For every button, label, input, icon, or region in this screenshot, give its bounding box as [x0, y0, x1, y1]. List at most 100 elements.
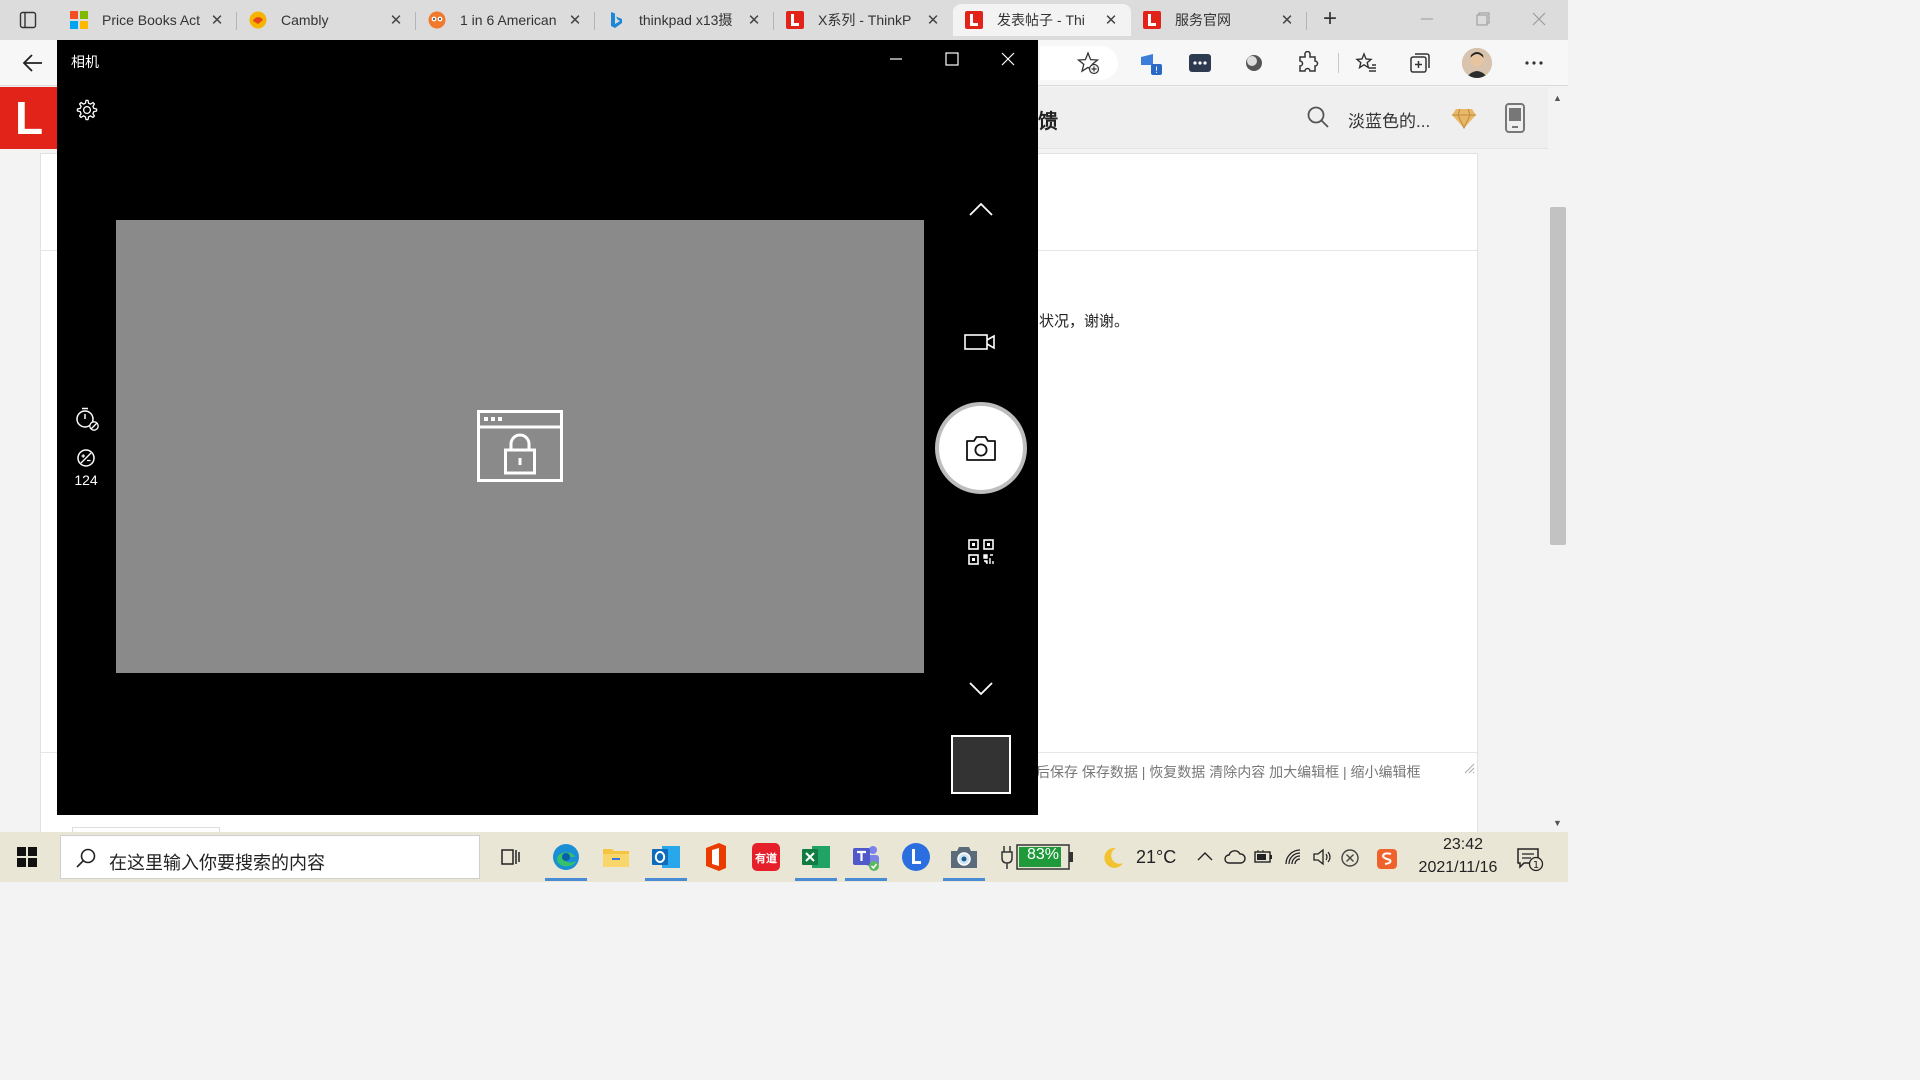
gear-icon — [76, 99, 98, 121]
excel-icon — [802, 846, 830, 868]
weather-widget[interactable] — [1100, 845, 1126, 871]
taskbar-file-explorer[interactable] — [600, 841, 632, 873]
tab-close-button[interactable]: ✕ — [386, 11, 406, 29]
scrollbar-thumb[interactable] — [1550, 207, 1566, 545]
camera-icon — [951, 847, 977, 868]
taskbar-office[interactable] — [700, 841, 732, 873]
onedrive-tray[interactable] — [1224, 848, 1246, 866]
collections-icon[interactable] — [1408, 51, 1432, 75]
wifi-tray[interactable] — [1284, 848, 1304, 866]
taskbar-lenovo-app[interactable] — [900, 841, 932, 873]
clock-date[interactable]: 2021/11/16 — [1410, 859, 1506, 877]
site-logo[interactable]: L — [0, 87, 58, 149]
lenovo-l-icon — [1143, 11, 1161, 29]
browser-tab-thinkpad-search[interactable]: thinkpad x13摄 ✕ — [595, 4, 774, 36]
tab-close-button[interactable]: ✕ — [744, 11, 764, 29]
browser-tab-x-series[interactable]: X系列 - ThinkP ✕ — [774, 4, 953, 36]
profile-avatar[interactable] — [1462, 48, 1492, 78]
tab-close-button[interactable]: ✕ — [207, 11, 227, 29]
new-tab-button[interactable]: + — [1318, 7, 1342, 32]
notification-icon: 1 — [1517, 848, 1544, 872]
site-vip-gem[interactable] — [1452, 107, 1476, 129]
search-icon — [1307, 106, 1329, 128]
camera-settings-button[interactable] — [75, 98, 99, 122]
tab-close-button[interactable]: ✕ — [1101, 11, 1121, 29]
address-bar[interactable] — [1040, 46, 1118, 80]
site-device-button[interactable] — [1504, 103, 1526, 133]
camera-exposure-value: 124 — [74, 472, 98, 488]
notification-count: 1 — [1533, 860, 1539, 871]
camera-roll-thumbnail[interactable] — [951, 735, 1011, 794]
site-user-name[interactable]: 淡蓝色的... — [1348, 107, 1430, 132]
svg-text:!: ! — [1155, 66, 1159, 76]
more-menu-button[interactable] — [1522, 51, 1546, 75]
extension-dots-icon[interactable] — [1188, 51, 1212, 75]
browser-tab-service[interactable]: 服务官网 ✕ — [1131, 4, 1307, 36]
browser-minimize-button[interactable] — [1412, 8, 1442, 26]
browser-restore-button[interactable] — [1468, 8, 1498, 26]
site-nav-feedback[interactable]: 馈 — [1038, 105, 1058, 134]
resize-grip-icon[interactable] — [1463, 762, 1475, 774]
battery-small-icon — [1254, 850, 1272, 863]
taskbar-excel[interactable] — [795, 841, 837, 881]
start-button[interactable] — [16, 846, 38, 868]
browser-close-button[interactable] — [1524, 8, 1554, 26]
taskbar-teams[interactable] — [845, 841, 887, 881]
task-view-button[interactable] — [494, 841, 526, 873]
browser-tab-post[interactable]: 发表帖子 - Thi ✕ — [953, 4, 1131, 36]
timer-off-icon — [76, 407, 99, 431]
power-tray[interactable] — [1254, 848, 1274, 866]
post-body-text[interactable]: 状况，谢谢。 — [1039, 310, 1129, 331]
chevron-up-icon — [1197, 852, 1213, 861]
volume-tray[interactable] — [1312, 848, 1332, 866]
show-hidden-icons-button[interactable] — [1196, 848, 1214, 866]
camera-close-button[interactable] — [997, 48, 1019, 70]
weather-temperature[interactable]: 21°C — [1136, 847, 1176, 868]
taskbar-search-placeholder: 在这里输入你要搜索的内容 — [109, 853, 325, 873]
taskbar-search-box[interactable]: 在这里输入你要搜索的内容 — [60, 835, 480, 879]
browser-tab-price-books[interactable]: Price Books Act ✕ — [58, 4, 237, 36]
editor-footer-links[interactable]: 后保存 保存数据 | 恢复数据 清除内容 加大编辑框 | 缩小编辑框 — [1036, 762, 1421, 782]
folder-icon — [603, 849, 629, 867]
extension-feedback-icon[interactable]: ! — [1138, 51, 1162, 76]
camera-minimize-button[interactable] — [885, 48, 907, 70]
active-app-indicator — [845, 878, 887, 881]
browser-tab-cambly[interactable]: Cambly ✕ — [237, 4, 416, 36]
sogou-ime-tray[interactable] — [1376, 848, 1398, 870]
sogou-input-icon — [1377, 849, 1397, 869]
browser-tab-american[interactable]: 1 in 6 American ✕ — [416, 4, 595, 36]
tab-close-button[interactable]: ✕ — [1277, 11, 1297, 29]
favorites-icon[interactable] — [1354, 51, 1378, 75]
tab-close-button[interactable]: ✕ — [565, 11, 585, 29]
tab-actions-button[interactable] — [8, 6, 48, 34]
taskbar-camera[interactable] — [943, 841, 985, 881]
clock-time[interactable]: 23:42 — [1422, 836, 1504, 854]
scroll-up-arrow-icon[interactable]: ▲ — [1553, 93, 1562, 103]
favorite-add-icon[interactable] — [1076, 51, 1100, 75]
page-scrollbar[interactable]: ▲ ▼ — [1548, 87, 1568, 832]
back-button[interactable] — [20, 50, 46, 76]
camera-exposure-button[interactable] — [76, 448, 96, 468]
extensions-puzzle-icon[interactable] — [1296, 51, 1320, 75]
camera-shutter-button[interactable] — [935, 402, 1027, 494]
tray-status[interactable] — [1340, 848, 1360, 868]
taskbar-edge[interactable] — [545, 841, 587, 881]
camera-video-mode-button[interactable] — [963, 330, 997, 354]
camera-timer-button[interactable] — [73, 404, 101, 432]
speaker-icon — [1313, 848, 1331, 866]
camera-panel-down-button[interactable] — [967, 674, 995, 702]
camera-maximize-button[interactable] — [941, 48, 963, 70]
site-search-button[interactable] — [1306, 105, 1330, 129]
tab-close-button[interactable]: ✕ — [923, 11, 943, 29]
taskbar-outlook[interactable] — [645, 841, 687, 881]
extension-circle-icon[interactable] — [1242, 51, 1266, 75]
camera-qr-scan-button[interactable] — [967, 538, 995, 566]
close-icon — [1532, 12, 1546, 26]
action-center-button[interactable]: 1 — [1516, 846, 1544, 872]
bing-icon — [611, 12, 622, 28]
scroll-down-arrow-icon[interactable]: ▼ — [1553, 818, 1562, 828]
youdao-icon: 有道 — [752, 843, 780, 871]
task-view-icon — [501, 849, 520, 865]
camera-panel-up-button[interactable] — [967, 196, 995, 224]
taskbar-youdao[interactable]: 有道 — [750, 841, 782, 873]
